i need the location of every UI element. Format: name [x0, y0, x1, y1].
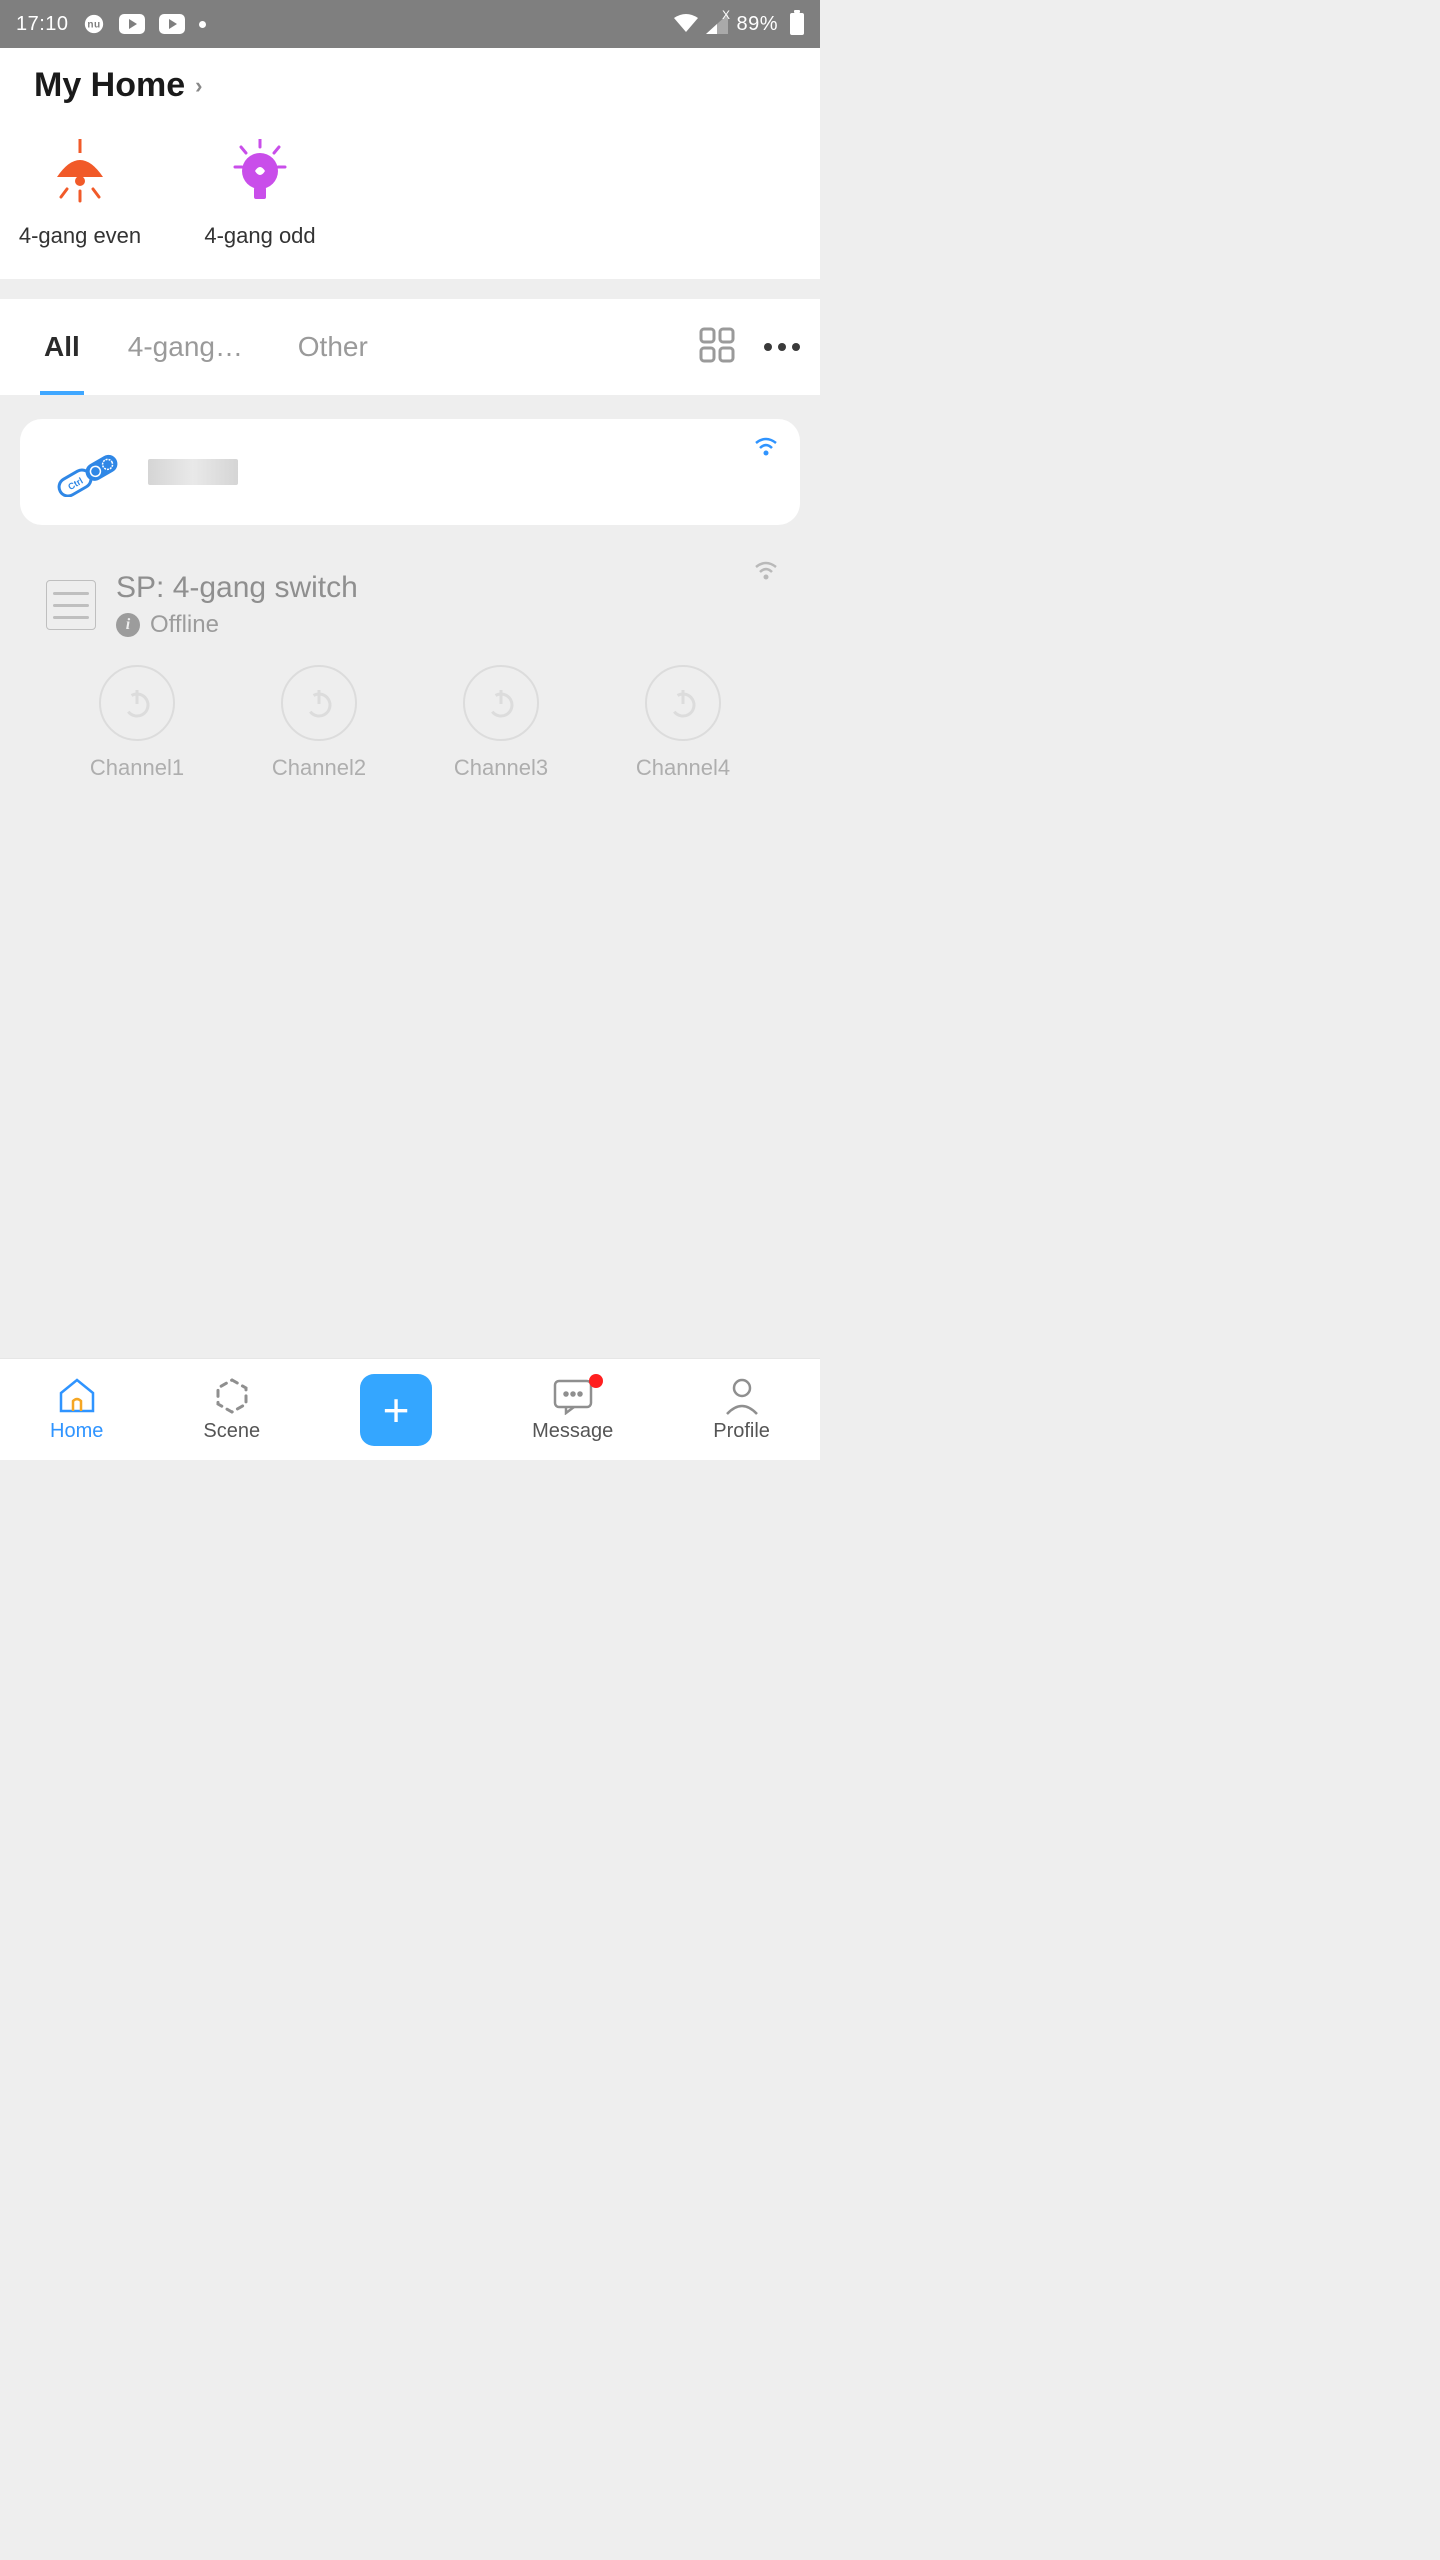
app-header: My Home ›: [0, 48, 820, 105]
device-card-offline[interactable]: SP: 4-gang switch i Offline Channel1 Cha…: [20, 543, 800, 809]
power-button-ch2[interactable]: [281, 665, 357, 741]
nav-label: Home: [50, 1420, 103, 1443]
room-tabs: All 4-gang s… Other: [0, 299, 820, 395]
tab-all[interactable]: All: [20, 299, 104, 395]
device-card[interactable]: Ctrl: [20, 419, 800, 525]
scene-label: 4-gang even: [19, 223, 141, 249]
device-status: Offline: [150, 611, 219, 639]
tab-other[interactable]: Other: [274, 299, 392, 395]
youtube-icon: [119, 14, 145, 34]
bottom-nav: Home Scene + Message Profile: [0, 1358, 820, 1460]
info-icon: i: [116, 613, 140, 637]
tab-room[interactable]: 4-gang s…: [104, 299, 274, 395]
scene-icon: [212, 1376, 252, 1416]
grid-view-icon[interactable]: [698, 326, 736, 369]
nav-message[interactable]: Message: [532, 1376, 613, 1443]
lamp-icon: [50, 135, 110, 205]
notification-badge: [589, 1374, 603, 1388]
nav-label: Profile: [713, 1420, 770, 1443]
nav-label: Message: [532, 1420, 613, 1443]
nav-home[interactable]: Home: [50, 1376, 103, 1443]
device-name: SP: 4-gang switch: [116, 571, 358, 605]
channel-label: Channel4: [636, 755, 730, 781]
more-icon[interactable]: [764, 343, 800, 351]
device-icon: Ctrl: [46, 447, 126, 497]
chevron-right-icon: ›: [195, 73, 202, 99]
wifi-offline-icon: [754, 561, 778, 586]
android-status-bar: 17:10 nu X 89%: [0, 0, 820, 48]
power-button-ch3[interactable]: [463, 665, 539, 741]
channel-label: Channel3: [454, 755, 548, 781]
scene-item[interactable]: 4-gang even: [0, 135, 160, 249]
device-name: [148, 459, 238, 485]
channel-label: Channel2: [272, 755, 366, 781]
nav-label: Scene: [203, 1420, 260, 1443]
profile-icon: [723, 1376, 761, 1416]
switch-icon: [46, 580, 96, 630]
home-selector[interactable]: My Home ›: [34, 66, 786, 105]
channel-label: Channel1: [90, 755, 184, 781]
nav-scene[interactable]: Scene: [203, 1376, 260, 1443]
scene-item[interactable]: 4-gang odd: [180, 135, 340, 249]
more-notif-icon: [199, 21, 206, 28]
status-time: 17:10: [16, 13, 69, 36]
home-icon: [57, 1376, 97, 1416]
bulb-icon: [230, 135, 290, 205]
wifi-icon: [674, 14, 698, 34]
home-title: My Home: [34, 66, 185, 105]
status-battery-pct: 89%: [736, 13, 778, 36]
signal-icon: X: [706, 14, 728, 34]
power-button-ch1[interactable]: [99, 665, 175, 741]
notif-icon: nu: [83, 13, 105, 35]
wifi-icon: [754, 437, 778, 462]
scenes-row: 4-gang even 4-gang odd: [0, 105, 820, 279]
power-button-ch4[interactable]: [645, 665, 721, 741]
nav-profile[interactable]: Profile: [713, 1376, 770, 1443]
message-icon: [552, 1376, 594, 1416]
device-list[interactable]: Ctrl SP: 4-gang switch i: [0, 395, 820, 1358]
youtube-icon: [159, 14, 185, 34]
battery-icon: [790, 13, 804, 35]
add-device-button[interactable]: +: [360, 1374, 432, 1446]
svg-text:nu: nu: [87, 20, 100, 31]
scene-label: 4-gang odd: [204, 223, 315, 249]
